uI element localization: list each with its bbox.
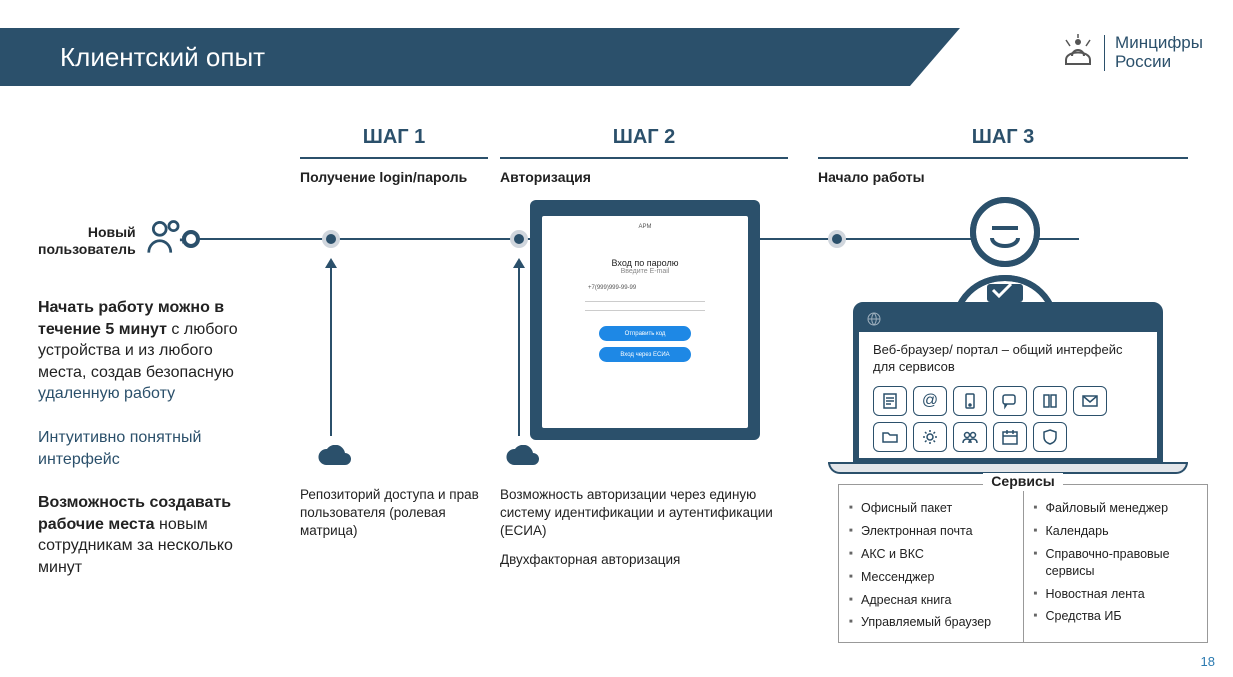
service-item: Новостная лента (1032, 583, 1202, 606)
service-item: Средства ИБ (1032, 605, 1202, 628)
doc-icon (873, 386, 907, 416)
timeline-node-1 (322, 230, 340, 248)
tablet-input-1 (585, 301, 705, 302)
services-col-1: Офисный пакетЭлектронная почтаАКС и ВКСМ… (847, 497, 1017, 634)
tablet-sub: Введите E-mail (621, 268, 670, 275)
step-2-desc: Возможность авторизации через единую сис… (500, 486, 780, 579)
tablet-btn-2: Вход через ЕСИА (599, 347, 691, 362)
left-column: Новыйпользователь Начать работу можно в … (38, 216, 260, 601)
service-item: Календарь (1032, 520, 1202, 543)
step-1-rule (300, 157, 488, 159)
benefit-2: Интуитивно понятный интерфейс (38, 427, 260, 470)
phone-icon (953, 386, 987, 416)
tablet-title: Вход по паролю (612, 258, 679, 268)
laptop-text: Веб-браузер/ портал – общий интерфейс дл… (873, 342, 1143, 376)
gear-icon (913, 422, 947, 452)
cloud-icon-1 (316, 444, 352, 476)
chat-icon (993, 386, 1027, 416)
new-user-label: Новыйпользователь (38, 224, 136, 258)
tablet-mockup: АРМ Вход по паролю Введите E-mail +7(999… (530, 200, 760, 440)
shield-icon (1033, 422, 1067, 452)
steps-area: ШАГ 1 Получение login/пароль Репозиторий… (300, 126, 1203, 666)
tablet-brand: АРМ (639, 224, 652, 230)
header-bar: Клиентский опыт (0, 28, 960, 86)
at-icon: @ (913, 386, 947, 416)
ministry-logo: Минцифры России (1062, 32, 1203, 73)
step-3-title: ШАГ 3 (818, 126, 1188, 149)
service-item: Мессенджер (847, 566, 1017, 589)
mail-icon (1073, 386, 1107, 416)
globe-icon (867, 312, 881, 329)
service-item: Электронная почта (847, 520, 1017, 543)
cloud-icon-2 (504, 444, 540, 476)
users-icon (953, 422, 987, 452)
timeline-node-2 (510, 230, 528, 248)
logo-text: Минцифры России (1115, 34, 1203, 71)
step-2: ШАГ 2 Авторизация Возможность авторизаци… (500, 126, 788, 207)
logo-divider (1104, 35, 1105, 71)
services-col-2: Файловый менеджерКалендарьСправочно-прав… (1032, 497, 1202, 628)
service-item: Файловый менеджер (1032, 497, 1202, 520)
arrow-2 (518, 266, 520, 436)
tablet-input-2 (585, 310, 705, 311)
benefit-1: Начать работу можно в течение 5 минут с … (38, 297, 260, 405)
emblem-icon (1062, 32, 1094, 73)
arrow-1 (330, 266, 332, 436)
calendar-icon (993, 422, 1027, 452)
step-1: ШАГ 1 Получение login/пароль Репозиторий… (300, 126, 488, 207)
book-icon (1033, 386, 1067, 416)
services-title: Сервисы (983, 473, 1062, 489)
timeline-node-start (182, 230, 200, 248)
service-item: АКС и ВКС (847, 543, 1017, 566)
service-item: Справочно-правовые сервисы (1032, 543, 1202, 583)
timeline-node-3 (828, 230, 846, 248)
laptop-mockup: Веб-браузер/ портал – общий интерфейс дл… (853, 302, 1163, 464)
services-box: Сервисы Офисный пакетЭлектронная почтаАК… (838, 484, 1208, 643)
page-number: 18 (1201, 654, 1215, 669)
tablet-field: +7(999)999-99-99 (588, 285, 636, 291)
service-item: Офисный пакет (847, 497, 1017, 520)
step-3-rule (818, 157, 1188, 159)
step-2-title: ШАГ 2 (500, 126, 788, 149)
slide-title: Клиентский опыт (60, 42, 265, 73)
service-item: Управляемый браузер (847, 611, 1017, 634)
service-item: Адресная книга (847, 589, 1017, 612)
step-1-title: ШАГ 1 (300, 126, 488, 149)
tablet-btn-1: Отправить код (599, 326, 691, 341)
step-2-rule (500, 157, 788, 159)
benefit-3: Возможность создавать рабочие места новы… (38, 492, 260, 578)
step-1-desc: Репозиторий доступа и прав пользователя … (300, 486, 488, 551)
step-1-subtitle: Получение login/пароль (300, 169, 488, 207)
laptop-titlebar (859, 308, 1157, 332)
folder-icon (873, 422, 907, 452)
service-icon-grid: @ (873, 386, 1143, 452)
